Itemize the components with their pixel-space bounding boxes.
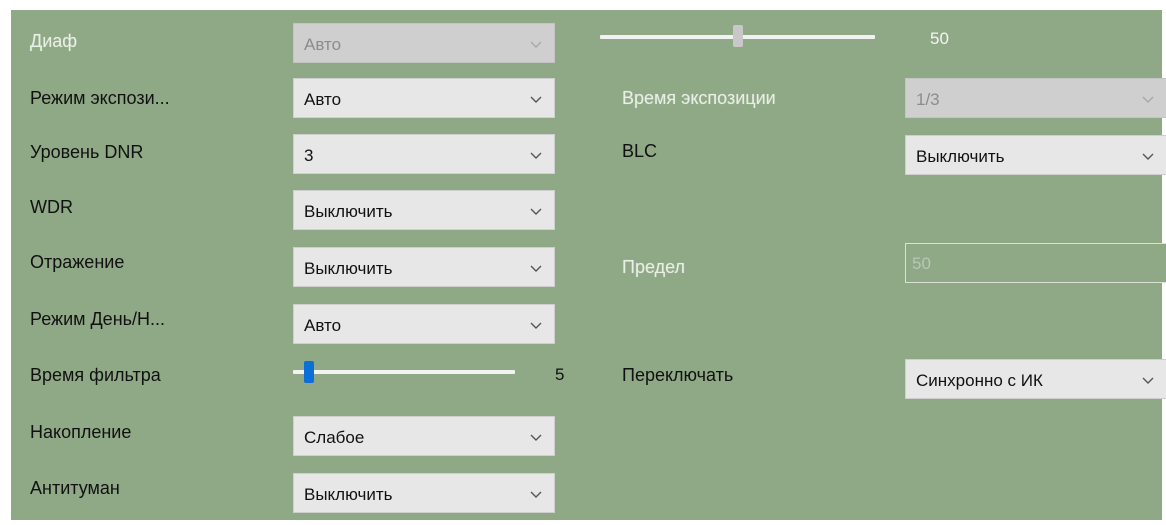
mirror-label: Отражение (30, 252, 125, 272)
filter-time-slider-track[interactable] (293, 370, 515, 374)
exposure-mode-select[interactable]: Авто (293, 78, 555, 118)
mirror-value: Выключить (304, 259, 393, 278)
switch-label: Переключать (622, 365, 734, 385)
exposure-time-value: 1/3 (916, 90, 940, 109)
exposure-time-select[interactable]: 1/3 (905, 78, 1166, 118)
day-night-label: Режим День/Н... (30, 309, 166, 329)
wdr-value: Выключить (304, 202, 393, 221)
limit-input[interactable]: 50 (905, 243, 1166, 283)
iris-label: Диаф (30, 31, 78, 51)
exposure-mode-value: Авто (304, 90, 342, 109)
dnr-level-value: 3 (304, 146, 314, 165)
day-night-select[interactable]: Авто (293, 304, 555, 344)
iris-slider-value: 50 (930, 29, 949, 48)
chevron-down-icon (528, 91, 544, 107)
filter-time-slider-thumb[interactable] (303, 361, 314, 383)
blc-label: BLC (622, 141, 658, 161)
dnr-level-select[interactable]: 3 (293, 134, 555, 174)
chevron-down-icon (1140, 148, 1156, 164)
mirror-select[interactable]: Выключить (293, 247, 555, 287)
wdr-select[interactable]: Выключить (293, 190, 555, 230)
limit-value: 50 (912, 254, 931, 273)
chevron-down-icon (528, 260, 544, 276)
iris-value: Авто (304, 35, 342, 54)
chevron-down-icon (528, 147, 544, 163)
chevron-down-icon (1140, 91, 1156, 107)
switch-value: Синхронно с ИК (916, 371, 1043, 390)
antifog-value: Выключить (304, 485, 393, 504)
chevron-down-icon (528, 486, 544, 502)
accumulation-select[interactable]: Слабое (293, 416, 555, 456)
accumulation-value: Слабое (304, 428, 365, 447)
chevron-down-icon (528, 203, 544, 219)
wdr-label: WDR (30, 197, 73, 217)
chevron-down-icon (528, 36, 544, 52)
antifog-select[interactable]: Выключить (293, 473, 555, 513)
blc-select[interactable]: Выключить (905, 135, 1166, 175)
switch-select[interactable]: Синхронно с ИК (905, 359, 1166, 399)
filter-time-value: 5 (555, 365, 565, 384)
chevron-down-icon (1140, 372, 1156, 388)
chevron-down-icon (528, 429, 544, 445)
dnr-level-label: Уровень DNR (30, 142, 144, 162)
iris-slider-thumb (732, 25, 743, 47)
exposure-time-label: Время экспозиции (622, 88, 776, 108)
left-border (0, 0, 11, 525)
chevron-down-icon (528, 317, 544, 333)
exposure-mode-label: Режим экспози... (30, 88, 170, 108)
blc-value: Выключить (916, 147, 1005, 166)
limit-label: Предел (622, 257, 685, 277)
filter-time-label: Время фильтра (30, 365, 161, 385)
accumulation-label: Накопление (30, 422, 132, 442)
day-night-value: Авто (304, 316, 342, 335)
top-border (0, 0, 1166, 10)
antifog-label: Антитуман (30, 478, 120, 498)
bottom-border (0, 520, 1166, 525)
iris-select[interactable]: Авто (293, 23, 555, 63)
